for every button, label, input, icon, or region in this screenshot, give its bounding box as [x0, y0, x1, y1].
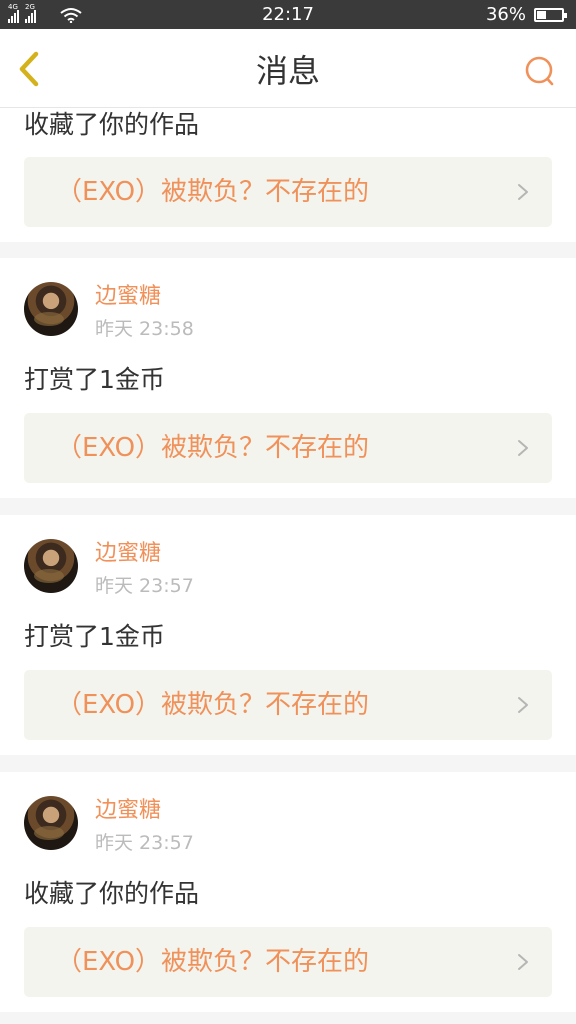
work-title: （EXO）被欺负？不存在的 [56, 433, 370, 463]
message-action-text: 打赏了1金币 [24, 622, 165, 651]
message-header: 边蜜糖 昨天 23:57 [24, 796, 324, 856]
battery-percent: 36% [485, 4, 526, 25]
work-title: （EXO）被欺负？不存在的 [56, 177, 370, 207]
message-action-text: 收藏了你的作品 [24, 879, 200, 908]
timestamp: 昨天 23:57 [95, 575, 194, 597]
work-title: （EXO）被欺负？不存在的 [56, 690, 370, 720]
avatar[interactable] [24, 282, 78, 336]
work-link[interactable]: （EXO）被欺负？不存在的 [24, 670, 552, 740]
page-title: 消息 [255, 52, 320, 90]
work-link[interactable]: （EXO）被欺负？不存在的 [24, 157, 552, 227]
work-title: （EXO）被欺负？不存在的 [56, 947, 370, 977]
message-list[interactable]: 收藏了你的作品 （EXO）被欺负？不存在的 边蜜糖 昨天 23:58 打赏了1金… [0, 108, 576, 1024]
message-card: 边蜜糖 昨天 23:57 收藏了你的作品 （EXO）被欺负？不存在的 [0, 772, 576, 1012]
timestamp: 昨天 23:58 [95, 318, 194, 340]
message-header: 边蜜糖 昨天 23:58 [24, 282, 324, 342]
message-action-text: 收藏了你的作品 [24, 110, 200, 139]
search-icon[interactable] [522, 53, 558, 89]
chevron-right-icon [518, 954, 528, 970]
message-header: 边蜜糖 昨天 23:57 [24, 539, 324, 599]
username[interactable]: 边蜜糖 [95, 282, 161, 312]
chevron-right-icon [518, 184, 528, 200]
top-bar: 消息 [0, 29, 576, 108]
chevron-right-icon [518, 440, 528, 456]
username[interactable]: 边蜜糖 [95, 539, 161, 569]
work-link[interactable]: （EXO）被欺负？不存在的 [24, 413, 552, 483]
work-link[interactable]: （EXO）被欺负？不存在的 [24, 927, 552, 997]
message-card: 收藏了你的作品 （EXO）被欺负？不存在的 [0, 108, 576, 242]
avatar[interactable] [24, 796, 78, 850]
username[interactable]: 边蜜糖 [95, 796, 161, 826]
battery-level-fill [537, 11, 547, 19]
battery-icon [534, 8, 567, 22]
avatar[interactable] [24, 539, 78, 593]
status-bar: 4G 2G 22:17 36% [0, 0, 576, 29]
chevron-right-icon [518, 697, 528, 713]
message-card: 边蜜糖 昨天 23:58 打赏了1金币 （EXO）被欺负？不存在的 [0, 258, 576, 498]
message-card: 边蜜糖 昨天 23:57 打赏了1金币 （EXO）被欺负？不存在的 [0, 515, 576, 755]
message-action-text: 打赏了1金币 [24, 365, 165, 394]
timestamp: 昨天 23:57 [95, 832, 194, 854]
